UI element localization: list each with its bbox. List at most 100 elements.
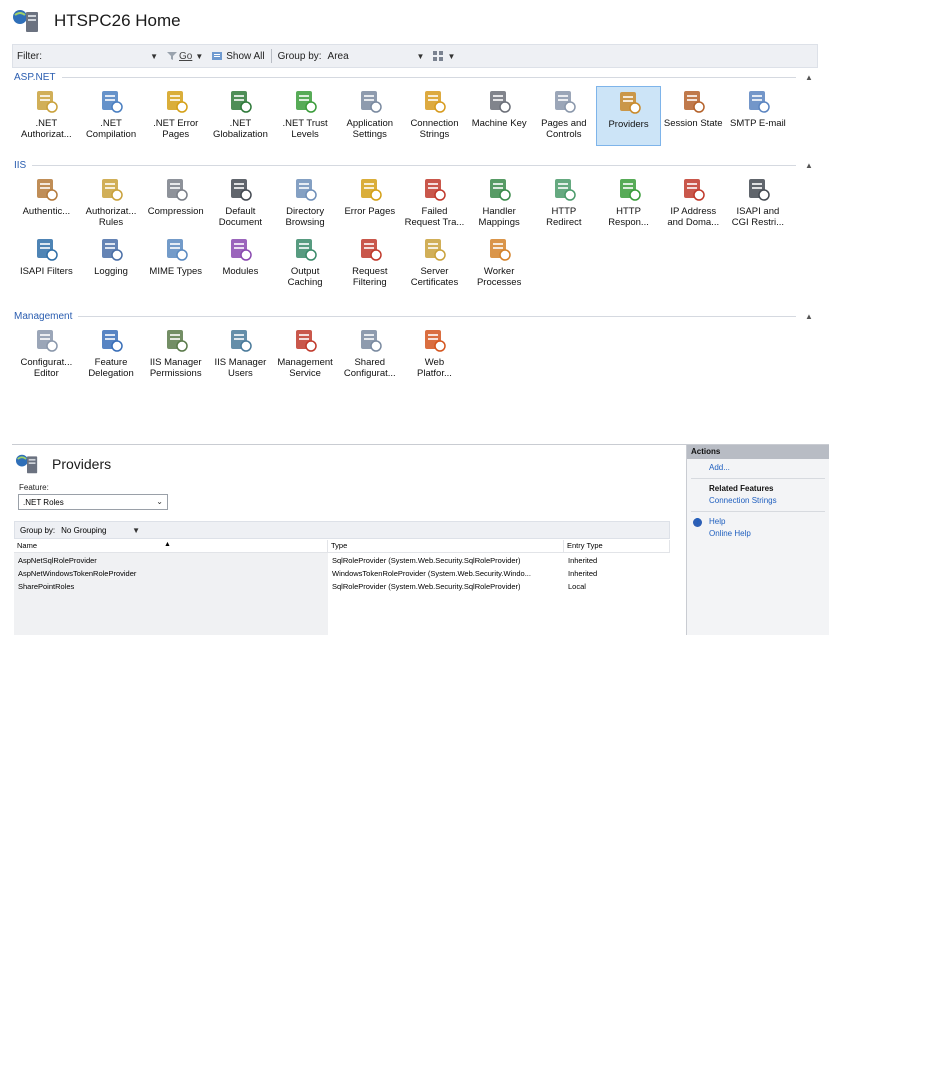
feature-tile-label: Output Caching <box>287 266 323 288</box>
feature-tile-label: Handler Mappings <box>478 206 520 228</box>
chevron-down-icon[interactable]: ▼ <box>417 52 425 61</box>
view-mode-button[interactable]: ▼ <box>433 51 458 61</box>
collapse-caret-icon[interactable]: ▲ <box>802 312 816 321</box>
feature-tile[interactable]: Failed Request Tra... <box>402 174 467 234</box>
feature-tile[interactable]: SMTP E-mail <box>726 86 791 146</box>
providers-table-header: Name ▲ Type Entry Type <box>14 540 670 553</box>
authorization-rules-icon <box>98 176 124 202</box>
feature-tile[interactable]: Authentic... <box>14 174 79 234</box>
feature-tile[interactable]: MIME Types <box>143 234 208 294</box>
group-by-select[interactable]: No Grouping <box>61 526 129 535</box>
feature-tile-label: Connection Strings <box>410 118 459 140</box>
feature-label: Feature: <box>19 483 49 492</box>
feature-tile[interactable]: HTTP Redirect <box>532 174 597 234</box>
feature-tile[interactable]: ISAPI Filters <box>14 234 79 294</box>
handler-mappings-icon <box>486 176 512 202</box>
request-filtering-icon <box>357 236 383 262</box>
chevron-down-icon[interactable]: ⌄ <box>156 497 163 506</box>
web-platform-installer-icon <box>421 327 447 353</box>
table-row[interactable]: SharePointRoles SqlRoleProvider (System.W… <box>14 580 670 593</box>
feature-tile[interactable]: .NET Error Pages <box>143 86 208 146</box>
feature-tile[interactable]: Application Settings <box>337 86 402 146</box>
feature-tile-label: IP Address and Doma... <box>667 206 720 228</box>
table-row[interactable]: AspNetWindowsTokenRoleProvider WindowsTok… <box>14 567 670 580</box>
feature-tile[interactable]: Directory Browsing <box>273 174 338 234</box>
net-compilation-icon <box>98 88 124 114</box>
providers-window: Providers Feature: .NET Roles ⌄ Group by… <box>12 444 829 635</box>
feature-tile[interactable]: Management Service <box>273 325 338 385</box>
feature-tile[interactable]: Error Pages <box>337 174 402 234</box>
providers-panel: Providers Feature: .NET Roles ⌄ Group by… <box>12 445 682 635</box>
section-header: ASP.NET ▲ <box>14 70 816 84</box>
chevron-down-icon[interactable]: ▼ <box>132 526 140 535</box>
isapi-cgi-restrictions-icon <box>745 176 771 202</box>
feature-tile[interactable]: ISAPI and CGI Restri... <box>726 174 791 234</box>
modules-icon <box>227 236 253 262</box>
feature-tile[interactable]: .NET Globalization <box>208 86 273 146</box>
feature-tile-label: IIS Manager Permissions <box>149 357 202 379</box>
feature-tile[interactable]: Authorizat... Rules <box>79 174 144 234</box>
feature-tile-label: Logging <box>94 266 128 277</box>
feature-tile-label: Directory Browsing <box>285 206 325 228</box>
connection-strings-link[interactable]: Connection Strings <box>687 495 829 507</box>
feature-select[interactable]: .NET Roles ⌄ <box>18 494 168 510</box>
feature-tile[interactable]: Request Filtering <box>337 234 402 294</box>
connection-strings-icon <box>421 88 447 114</box>
feature-tile[interactable]: Configurat... Editor <box>14 325 79 385</box>
cell-entry-type: Local <box>568 582 586 591</box>
feature-tile[interactable]: Web Platfor... <box>402 325 467 385</box>
feature-tile[interactable]: .NET Compilation <box>79 86 144 146</box>
feature-tile-label: Worker Processes <box>476 266 522 288</box>
column-header-name[interactable]: Name ▲ <box>14 540 328 552</box>
feature-tile-label: Default Document <box>218 206 263 228</box>
feature-tile[interactable]: Session State <box>661 86 726 146</box>
feature-tile[interactable]: Default Document <box>208 174 273 234</box>
show-all-button[interactable]: Show All <box>212 51 265 62</box>
collapse-caret-icon[interactable]: ▲ <box>802 73 816 82</box>
chevron-down-icon[interactable]: ▼ <box>150 52 158 61</box>
feature-tile[interactable]: Logging <box>79 234 144 294</box>
feature-tile[interactable]: Shared Configurat... <box>337 325 402 385</box>
chevron-down-icon[interactable]: ▼ <box>195 52 203 61</box>
filter-toolbar: Filter: ▼ Go ▼ Show All Group by: Area ▼… <box>12 44 818 68</box>
feature-tile[interactable]: Machine Key <box>467 86 532 146</box>
feature-tile[interactable]: IIS Manager Users <box>208 325 273 385</box>
feature-tile[interactable]: Worker Processes <box>467 234 532 294</box>
feature-tile[interactable]: Compression <box>143 174 208 234</box>
feature-tile-label: Web Platfor... <box>417 357 452 379</box>
feature-tile-label: Modules <box>222 266 259 277</box>
feature-tile[interactable]: .NET Authorizat... <box>14 86 79 146</box>
collapse-caret-icon[interactable]: ▲ <box>802 161 816 170</box>
home-window: HTSPC26 Home Filter: ▼ Go ▼ Show All Gro… <box>0 0 820 444</box>
feature-tile[interactable]: .NET Trust Levels <box>273 86 338 146</box>
table-row[interactable]: AspNetSqlRoleProvider SqlRoleProvider (Sy… <box>14 554 670 567</box>
feature-tile[interactable]: Output Caching <box>273 234 338 294</box>
add-action-link[interactable]: Add... <box>687 462 829 474</box>
section-divider <box>78 315 796 317</box>
iis-manager-users-icon <box>227 327 253 353</box>
feature-tile[interactable]: Modules <box>208 234 273 294</box>
feature-tile-label: .NET Compilation <box>85 118 137 140</box>
filter-input[interactable]: ▼ <box>111 52 161 61</box>
help-link[interactable]: Help <box>709 516 725 528</box>
online-help-link[interactable]: Online Help <box>687 528 829 540</box>
section-title: Management <box>14 310 73 322</box>
feature-tile[interactable]: IIS Manager Permissions <box>143 325 208 385</box>
feature-tile[interactable]: Feature Delegation <box>79 325 144 385</box>
output-caching-icon <box>292 236 318 262</box>
go-button[interactable]: Go <box>167 51 192 62</box>
feature-tile[interactable]: Server Certificates <box>402 234 467 294</box>
column-header-entry-type[interactable]: Entry Type <box>564 540 670 552</box>
feature-tile[interactable]: Providers <box>596 86 661 146</box>
help-action[interactable]: ? Help <box>687 516 829 528</box>
filter-label: Filter: <box>17 50 42 62</box>
cell-entry-type: Inherited <box>568 569 598 578</box>
feature-tile[interactable]: Pages and Controls <box>532 86 597 146</box>
column-header-type[interactable]: Type <box>328 540 564 552</box>
feature-tile[interactable]: Connection Strings <box>402 86 467 146</box>
group-by-control[interactable]: Group by: Area ▼ <box>278 51 428 62</box>
toolbar-separator <box>270 49 272 63</box>
feature-tile[interactable]: IP Address and Doma... <box>661 174 726 234</box>
feature-tile[interactable]: HTTP Respon... <box>596 174 661 234</box>
feature-tile[interactable]: Handler Mappings <box>467 174 532 234</box>
